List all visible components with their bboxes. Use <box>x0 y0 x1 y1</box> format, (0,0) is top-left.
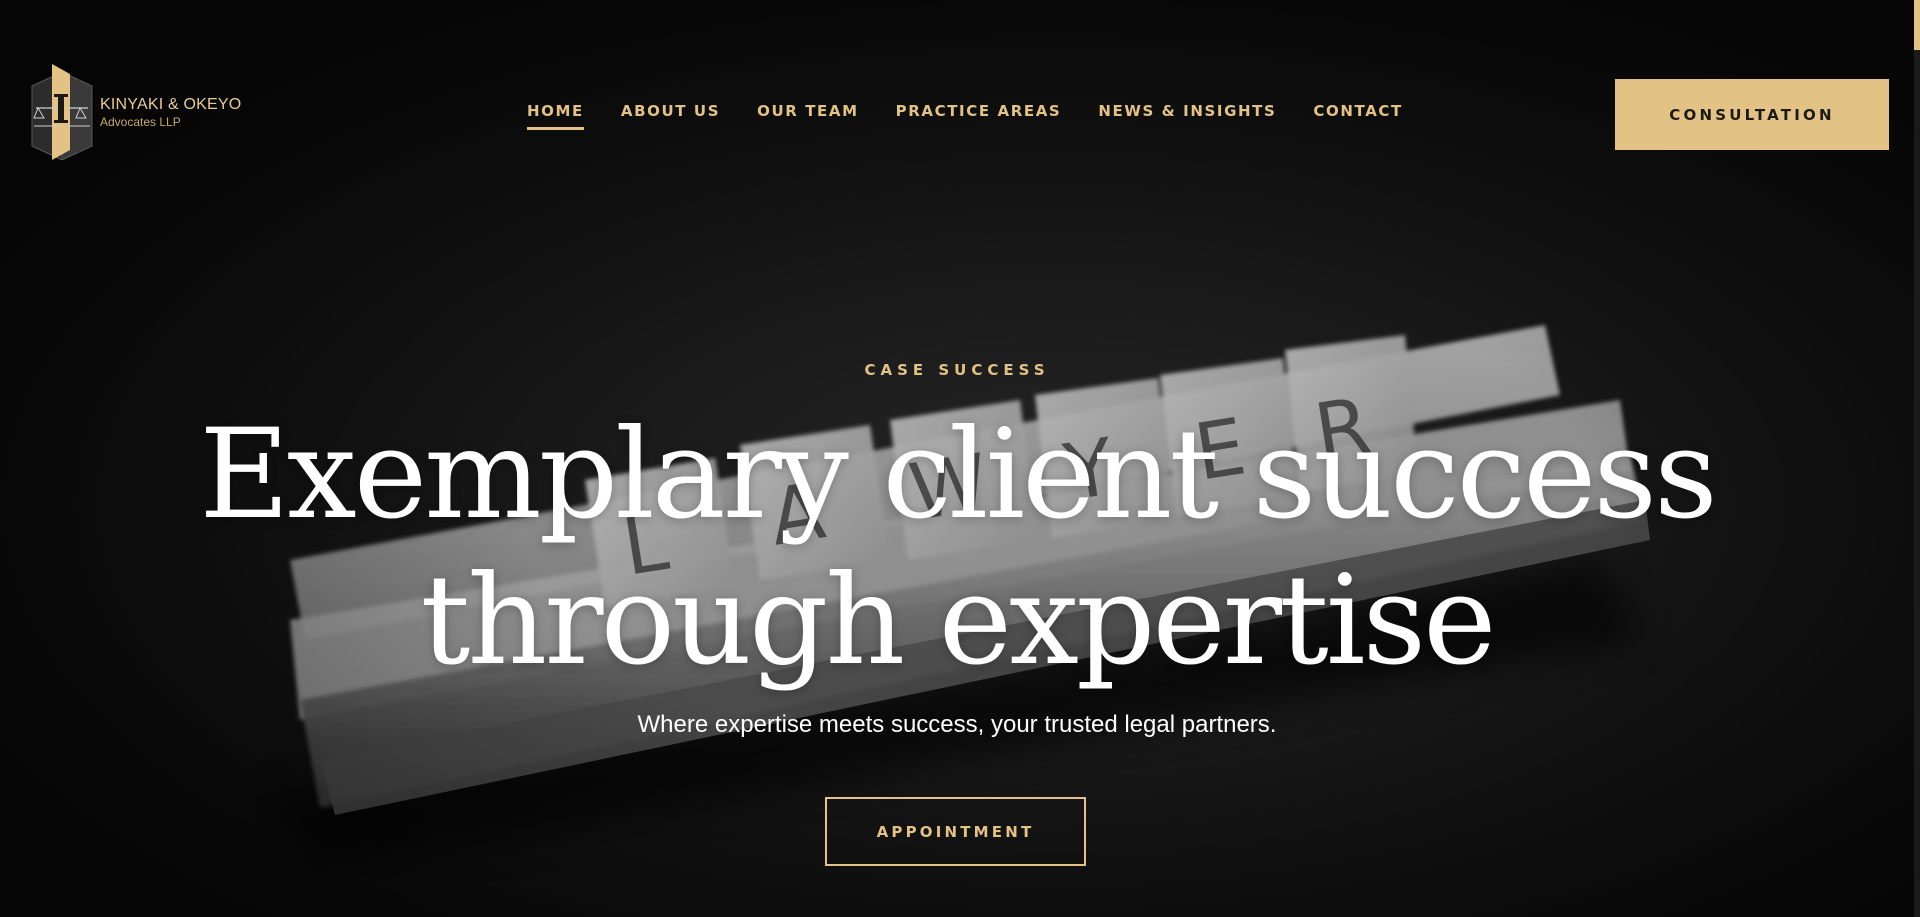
scrollbar-thumb[interactable] <box>1914 0 1920 50</box>
hero-headline-line-2: through expertise <box>420 549 1497 693</box>
hero-headline-line-1: Exemplary client success <box>199 403 1717 547</box>
hero-subline: Where expertise meets success, your trus… <box>637 711 1277 738</box>
appointment-button[interactable]: APPOINTMENT <box>825 797 1086 866</box>
hero-section: CASE SUCCESS Exemplary client success th… <box>0 0 1914 917</box>
hero-eyebrow: CASE SUCCESS <box>864 361 1050 379</box>
hero-headline: Exemplary client success through experti… <box>100 402 1814 694</box>
page: L A W Y E R <box>0 0 1920 917</box>
scrollbar-track[interactable] <box>1914 0 1920 917</box>
